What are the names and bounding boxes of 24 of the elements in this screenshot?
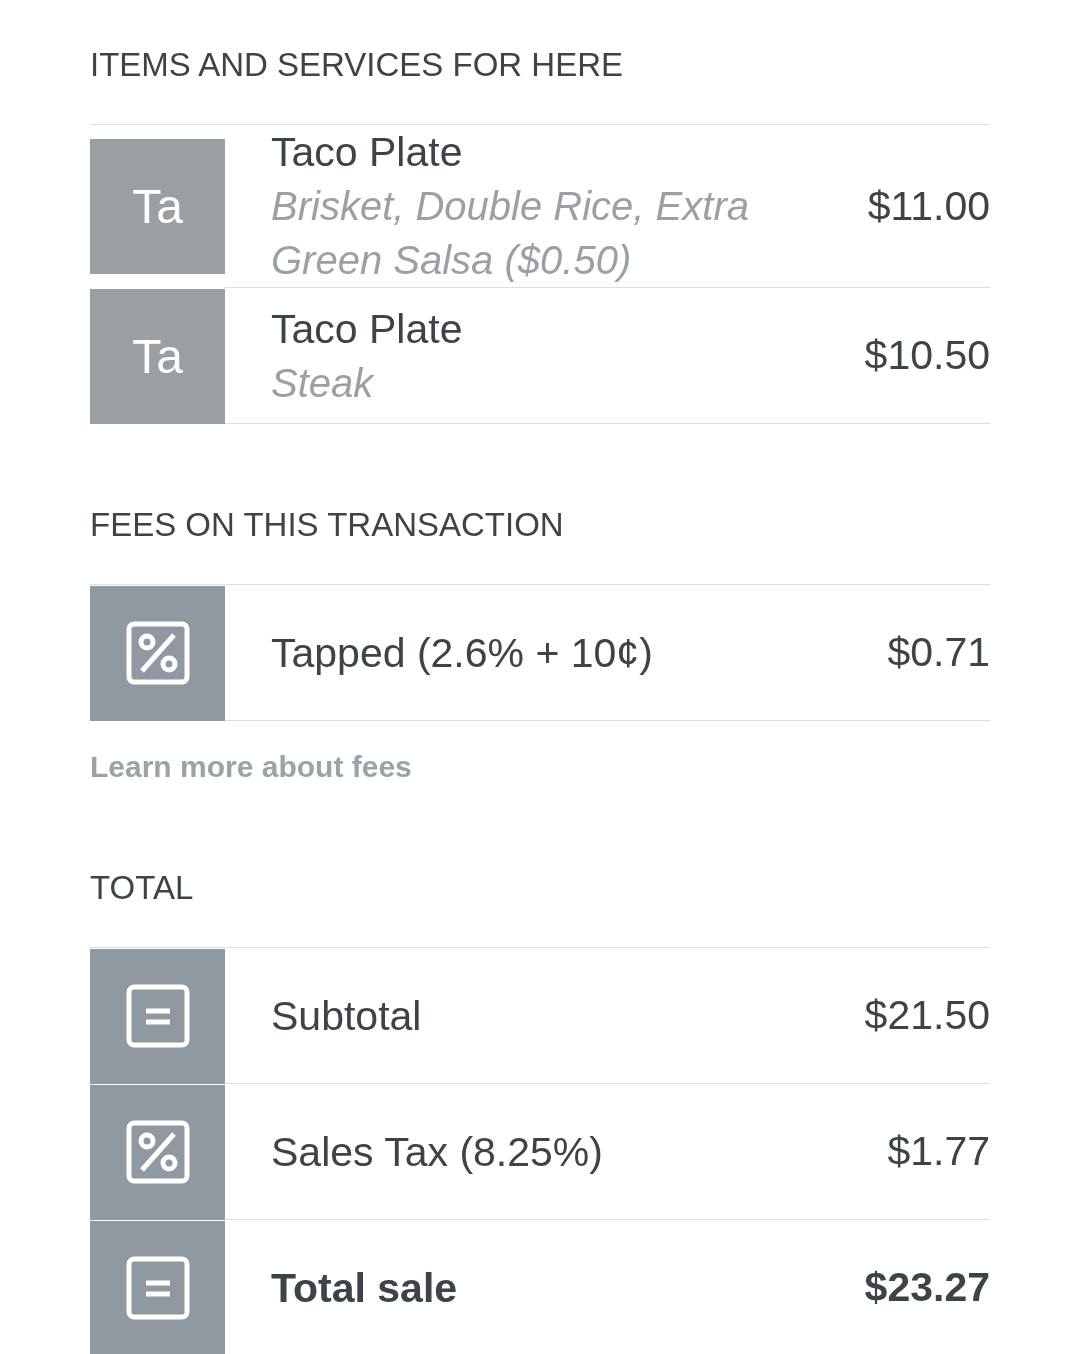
percent-icon [125,621,190,685]
equals-icon [125,1256,190,1320]
price: $23.27 [864,1264,990,1311]
item-tile: Ta [90,139,225,274]
section-header: ITEMS AND SERVICES FOR HERE [90,45,624,85]
item-modifiers: Brisket, Double Rice, Extra Green Salsa ($0.50) [271,183,750,284]
row-title: Tapped (2.6% + 10¢) [271,628,654,678]
price: $1.77 [887,1128,990,1175]
learn-more-link[interactable]: Learn more about fees [90,747,412,787]
item-tile: Ta [90,288,225,424]
row-title: Total sale [271,1263,459,1313]
row-title: Sales Tax (8.25%) [271,1127,604,1177]
price: $21.50 [864,992,990,1039]
item-modifiers: Steak [271,359,376,407]
row-title: Taco Plate [271,128,464,177]
price: $11.00 [867,182,990,230]
section-header: TOTAL [90,868,195,908]
row-title: Taco Plate [271,304,464,354]
price: $0.71 [887,629,990,676]
percent-icon [125,1120,190,1184]
equals-icon [125,984,190,1048]
price: $10.50 [864,332,990,379]
row-title: Subtotal [271,991,423,1041]
section-header: FEES ON THIS TRANSACTION [90,505,565,545]
